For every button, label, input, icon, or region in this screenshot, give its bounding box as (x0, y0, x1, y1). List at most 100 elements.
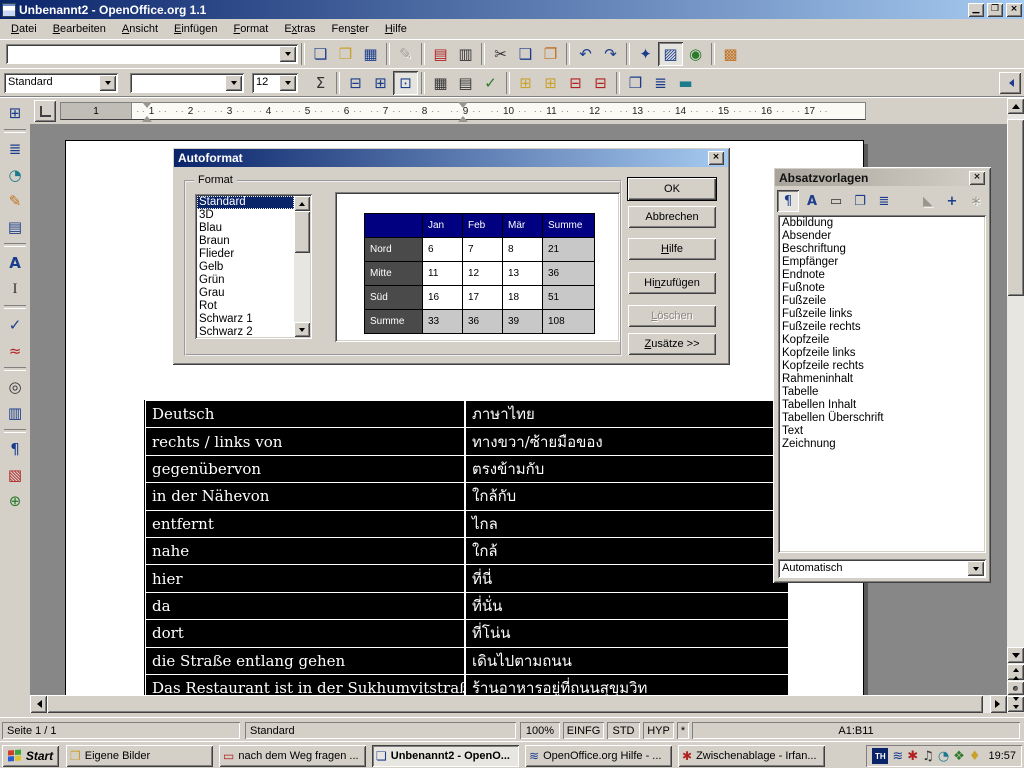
format-list-scrollbar[interactable] (294, 196, 310, 337)
background-color-dropdown-icon[interactable]: ▬ (673, 71, 698, 95)
format-list-item[interactable]: Rot (197, 300, 294, 313)
tray-messenger-icon[interactable]: ♦ (969, 749, 981, 764)
export-pdf-icon[interactable]: ▤ (428, 42, 453, 66)
menu-ansicht[interactable]: Ansicht (114, 20, 166, 38)
style-list-item[interactable]: Kopfzeile links (780, 347, 984, 360)
thai-cell[interactable]: เดินไปตามถนน (466, 648, 788, 674)
menu-format[interactable]: Format (225, 20, 276, 38)
redo-icon[interactable]: ↷ (598, 42, 623, 66)
list-scroll-thumb[interactable] (294, 211, 310, 253)
styles-listbox[interactable]: AbbildungAbsenderBeschriftungEmpfängerEn… (778, 215, 986, 553)
save-icon[interactable]: ▦ (358, 42, 383, 66)
right-indent-marker-bottom[interactable] (458, 111, 468, 122)
style-list-item[interactable]: Kopfzeile rechts (780, 360, 984, 373)
stylist-title-bar[interactable]: Absatzvorlagen × (775, 169, 989, 186)
page-style-indicator[interactable]: Standard (245, 722, 516, 739)
keyboard-language-indicator[interactable]: TH (872, 748, 888, 764)
german-cell[interactable]: Das Restaurant ist in der Sukhumvitstraß… (146, 675, 466, 695)
font-dropdown-button[interactable] (225, 75, 242, 91)
thai-cell[interactable]: ร้านอาหารอยู่ที่ถนนสุขุมวิท (466, 675, 788, 695)
thai-cell[interactable]: ใกล้ (466, 538, 788, 564)
style-list-item[interactable]: Endnote (780, 269, 984, 282)
spellcheck-icon[interactable]: ✓ (3, 313, 28, 337)
online-layout-icon[interactable]: ⊕ (3, 489, 28, 513)
format-list-item[interactable]: Grün (197, 274, 294, 287)
thai-cell[interactable]: ตรงข้ามกับ (466, 456, 788, 482)
menu-hilfe[interactable]: Hilfe (377, 20, 415, 38)
style-filter-value[interactable]: Automatisch (778, 559, 965, 578)
print-icon[interactable]: ▥ (453, 42, 478, 66)
paragraph-style-value[interactable]: Standard (4, 73, 97, 93)
cut-icon[interactable]: ✂ (488, 42, 513, 66)
scroll-left-button[interactable] (30, 695, 47, 713)
thai-cell[interactable]: ใกล้กับ (466, 483, 788, 509)
font-size-value[interactable]: 12 (252, 73, 277, 93)
numbering-styles-icon[interactable]: ≣ (873, 190, 895, 212)
german-cell[interactable]: gegenübervon (146, 456, 466, 482)
style-filter-combobox[interactable]: Automatisch (778, 559, 986, 578)
german-cell[interactable]: die Straße entlang gehen (146, 648, 466, 674)
format-listbox[interactable]: Standard3DBlauBraunFliederGelbGrünGrauRo… (195, 194, 312, 339)
form-functions-icon[interactable]: ▤ (3, 215, 28, 239)
style-list-item[interactable]: Abbildung (780, 217, 984, 230)
dialog-title-bar[interactable]: Autoformat × (174, 149, 728, 167)
delete-column-icon[interactable]: ⊟ (588, 71, 613, 95)
taskbar-item-weg-fragen[interactable]: ▭ nach dem Weg fragen ... (219, 745, 366, 767)
style-list-item[interactable]: Tabellen Überschrift (780, 412, 984, 425)
dialog-close-icon[interactable]: × (708, 151, 724, 165)
delete-row-icon[interactable]: ⊟ (563, 71, 588, 95)
style-list-item[interactable]: Fußnote (780, 282, 984, 295)
nonprinting-characters-icon[interactable]: ¶ (3, 437, 28, 461)
merge-cells-icon[interactable]: ⊟ (343, 71, 368, 95)
paragraph-styles-icon[interactable]: ¶ (777, 190, 799, 212)
style-list-item[interactable]: Kopfzeile (780, 334, 984, 347)
url-value[interactable] (6, 44, 277, 64)
next-page-button[interactable] (1007, 696, 1024, 712)
gallery-icon[interactable]: ▩ (718, 42, 743, 66)
url-dropdown-button[interactable] (279, 46, 296, 62)
indent-marker-bottom[interactable] (142, 111, 152, 122)
german-cell[interactable]: da (146, 593, 466, 619)
thai-cell[interactable]: ภาษาไทย (466, 401, 788, 427)
insert-column-icon[interactable]: ⊞ (538, 71, 563, 95)
maximize-button[interactable]: ❐ (987, 3, 1003, 17)
autospellcheck-icon[interactable]: ≈ (3, 339, 28, 363)
horizontal-scroll-thumb[interactable] (47, 695, 983, 713)
start-button[interactable]: Start (2, 745, 59, 767)
list-scroll-down[interactable] (294, 322, 310, 337)
thai-cell[interactable]: ที่โน่น (466, 620, 788, 646)
menu-bearbeiten[interactable]: Bearbeiten (45, 20, 114, 38)
style-list-item[interactable]: Absender (780, 230, 984, 243)
scroll-up-button[interactable] (1007, 98, 1024, 114)
format-list-item[interactable]: Standard (197, 196, 294, 209)
stylist-close-icon[interactable]: × (969, 171, 985, 185)
selection-mode-indicator[interactable]: STD (607, 722, 640, 739)
style-dropdown-button[interactable] (99, 75, 116, 91)
vertical-scrollbar[interactable] (1007, 97, 1024, 713)
style-list-item[interactable]: Fußzeile (780, 295, 984, 308)
undo-icon[interactable]: ↶ (573, 42, 598, 66)
frame-styles-icon[interactable]: ▭ (825, 190, 847, 212)
paste-icon[interactable]: ❐ (538, 42, 563, 66)
borders-dropdown-icon[interactable]: ❒ (623, 71, 648, 95)
url-combobox[interactable] (6, 44, 298, 64)
german-cell[interactable]: nahe (146, 538, 466, 564)
data-sources-icon[interactable]: ▥ (3, 401, 28, 425)
format-list-item[interactable]: Braun (197, 235, 294, 248)
format-list-item[interactable]: Gelb (197, 261, 294, 274)
german-cell[interactable]: hier (146, 565, 466, 591)
style-list-item[interactable]: Tabelle (780, 386, 984, 399)
ok-button[interactable]: OK (628, 178, 716, 200)
copy-icon[interactable]: ❑ (513, 42, 538, 66)
cancel-button[interactable]: Abbrechen (628, 206, 716, 228)
style-list-item[interactable]: Rahmeninhalt (780, 373, 984, 386)
graphics-onoff-icon[interactable]: ▧ (3, 463, 28, 487)
thai-cell[interactable]: ทางขวา/ซ้ายมือของ (466, 428, 788, 454)
toolbar-collapse-button[interactable] (999, 72, 1021, 94)
find-replace-icon[interactable]: ◎ (3, 375, 28, 399)
style-list-item[interactable]: Empfänger (780, 256, 984, 269)
tray-quickstarter-icon[interactable]: ≋ (892, 749, 903, 764)
insert-object-icon[interactable]: ◔ (3, 163, 28, 187)
tray-irfanview-icon[interactable]: ✱ (907, 749, 918, 764)
table-borders-icon[interactable]: ▦ (428, 71, 453, 95)
